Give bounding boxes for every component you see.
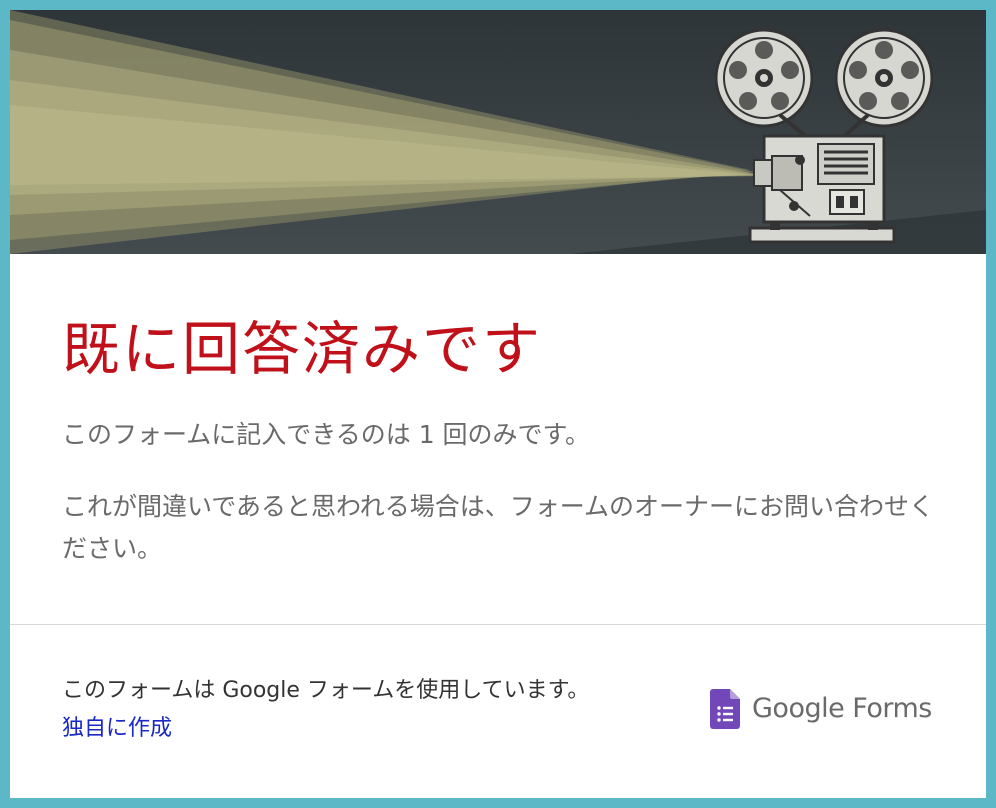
right-reel-icon bbox=[834, 28, 934, 128]
google-forms-wordmark: Google Forms bbox=[752, 693, 932, 724]
google-forms-icon bbox=[710, 689, 740, 729]
film-projector-illustration bbox=[10, 10, 986, 254]
footer-divider bbox=[10, 624, 986, 625]
powered-by-note: このフォームは Google フォームを使用しています。 bbox=[62, 678, 590, 703]
single-response-notice: このフォームに記入できるのは 1 回のみです。 bbox=[62, 420, 591, 449]
left-reel-icon bbox=[714, 28, 814, 128]
header-banner bbox=[10, 10, 986, 254]
response-card: 既に回答済みです このフォームに記入できるのは 1 回のみです。 これが間違いで… bbox=[10, 10, 986, 798]
contact-owner-notice: これが間違いであると思われる場合は、フォームのオーナーにお問い合わせください。 bbox=[62, 492, 935, 563]
message-content: 既に回答済みです このフォームに記入できるのは 1 回のみです。 これが間違いで… bbox=[62, 310, 942, 563]
page-title: 既に回答済みです bbox=[62, 315, 543, 383]
create-your-own-link[interactable]: 独自に作成 bbox=[62, 712, 172, 746]
